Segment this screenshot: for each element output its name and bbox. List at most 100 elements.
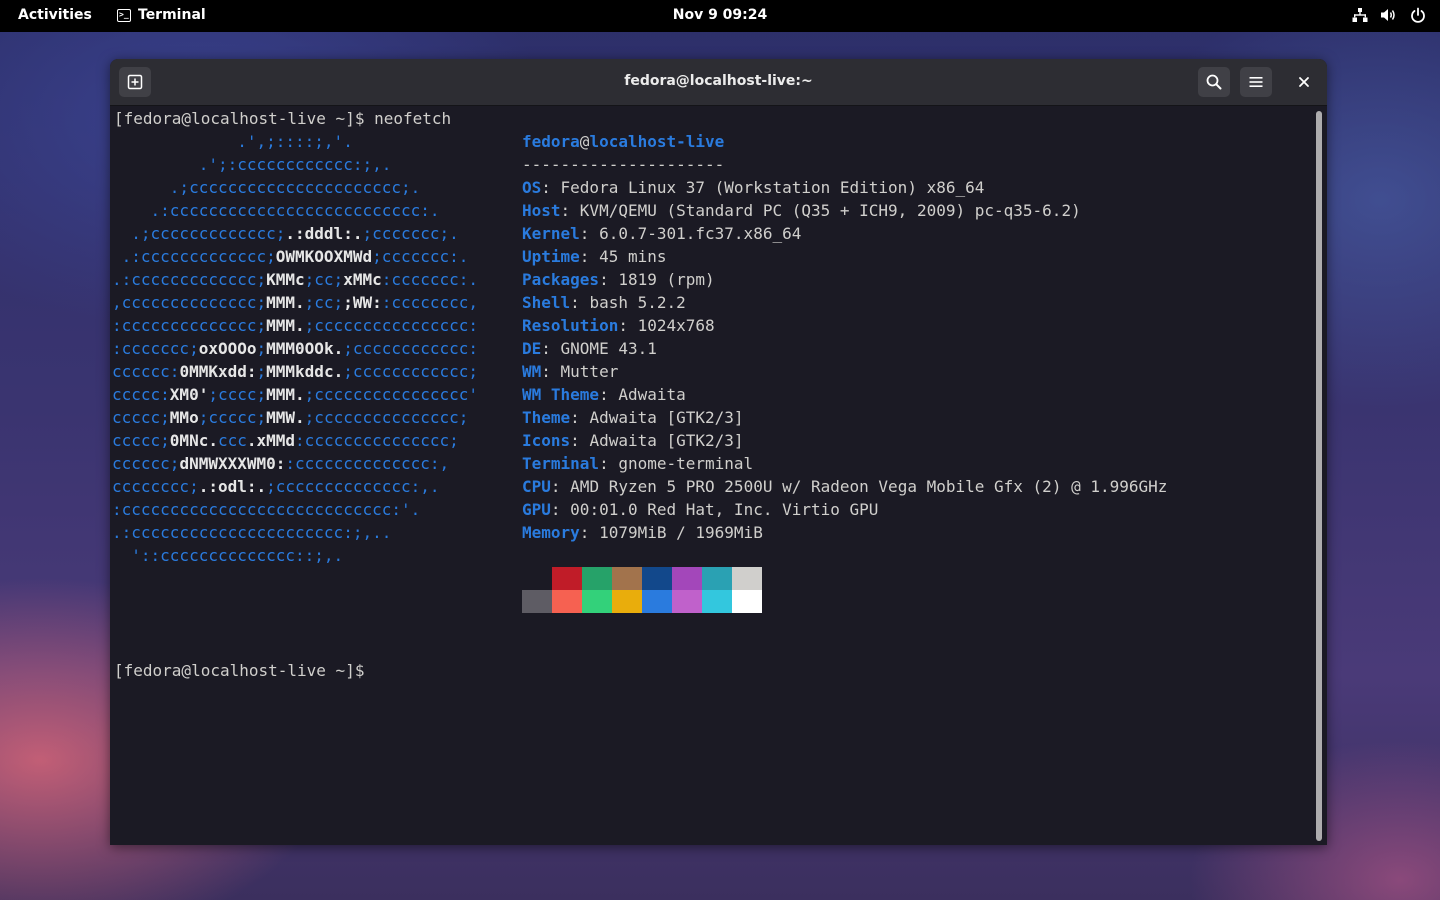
info-value: gnome-terminal — [618, 454, 754, 473]
info-row: Icons: Adwaita [GTK2/3] — [522, 429, 1167, 452]
logo-segment: ;ccccccccccccccc; — [304, 408, 469, 427]
info-colon: : — [579, 247, 600, 266]
info-colon: : — [579, 224, 600, 243]
clock[interactable]: Nov 9 09:24 — [673, 7, 768, 23]
new-tab-button[interactable] — [119, 67, 151, 97]
logo-segment: ;ccccccc;. — [362, 224, 459, 243]
logo-segment: .';:cccccccccccc:;,. — [112, 155, 392, 174]
info-value: 45 mins — [599, 247, 667, 266]
header-bar[interactable]: fedora@localhost-live:~ — [110, 59, 1327, 106]
terminal-content[interactable]: [fedora@localhost-live ~]$ neofetch .',;… — [110, 106, 1327, 845]
color-swatch — [642, 567, 672, 590]
app-menu[interactable]: >_ Terminal — [117, 7, 206, 23]
logo-segment: :cccccccccccccccccccccccccccc:'. — [112, 500, 421, 519]
system-info: fedora@localhost-live ------------------… — [522, 130, 1167, 544]
logo-segment: :ccccccccccccccc; — [295, 431, 459, 450]
logo-segment: MMM. — [266, 385, 305, 404]
app-menu-label: Terminal — [138, 7, 206, 23]
logo-segment: :cccccccc, — [381, 293, 479, 312]
logo-segment: ;ccccccc:. — [372, 247, 469, 266]
logo-line: ccccc;0MNc.ccc.xMMd:ccccccccccccccc; — [112, 429, 478, 452]
logo-segment: cccccc: — [112, 362, 180, 381]
info-row: DE: GNOME 43.1 — [522, 337, 1167, 360]
logo-segment: :ccccccc; — [112, 339, 199, 358]
info-colon: : — [570, 293, 590, 312]
info-colon: : — [618, 316, 638, 335]
logo-line: .:ccccccccccccc;KMMc;cc;xMMc:ccccccc:. — [112, 268, 478, 291]
info-value: GNOME 43.1 — [560, 339, 657, 358]
color-swatch — [672, 567, 702, 590]
logo-segment: ccccc; — [112, 408, 170, 427]
logo-line: :cccccccccccccc;MMM.;cccccccccccccccc: — [112, 314, 478, 337]
main-menu-button[interactable] — [1240, 67, 1272, 97]
close-button[interactable] — [1288, 67, 1320, 97]
logo-line: .';:cccccccccccc:;,. — [112, 153, 478, 176]
color-swatch — [732, 590, 762, 613]
logo-segment: ;cccccccccccc; — [343, 362, 479, 381]
scrollbar[interactable] — [1316, 111, 1322, 841]
logo-segment: dNMWXXXWM0: — [179, 454, 286, 473]
logo-segment: ,cccccccccccccc; — [112, 293, 267, 312]
search-button[interactable] — [1198, 67, 1230, 97]
logo-line: .;cccccccccccccccccccccc;. — [112, 176, 478, 199]
info-colon: : — [541, 362, 561, 381]
info-colon: : — [550, 500, 571, 519]
logo-segment: .:dddl:. — [285, 224, 363, 243]
logo-segment: ;cccc; — [208, 385, 267, 404]
info-key: Memory — [522, 523, 580, 542]
terminal-window: fedora@localhost-live:~ [fedora@localhos… — [110, 59, 1327, 845]
logo-segment: ; — [256, 362, 267, 381]
logo-segment: .;ccccccccccccc; — [112, 224, 286, 243]
info-key: Packages — [522, 270, 600, 289]
logo-segment: .;cccccccccccccccccccccc;. — [112, 178, 421, 197]
activities-button[interactable]: Activities — [18, 7, 92, 23]
logo-segment: KMMc — [266, 270, 305, 289]
info-colon: : — [599, 454, 619, 473]
logo-segment: MMo — [169, 408, 199, 427]
logo-segment: .:ccccccccccccc; — [112, 270, 267, 289]
logo-line: .:cccccccccccccccccccccccccc:. — [112, 199, 478, 222]
info-key: CPU — [522, 477, 551, 496]
logo-segment: ccccc; — [112, 431, 170, 450]
system-tray[interactable] — [1352, 7, 1426, 23]
logo-segment: ccc — [217, 431, 247, 450]
info-row: CPU: AMD Ryzen 5 PRO 2500U w/ Radeon Veg… — [522, 475, 1167, 498]
info-key: Terminal — [522, 454, 600, 473]
hamburger-menu-icon — [1249, 77, 1263, 87]
logo-line: :ccccccc;oxOOOo;MMM0OOk.;cccccccccccc: — [112, 337, 478, 360]
info-value: 00:01.0 Red Hat, Inc. Virtio GPU — [570, 500, 879, 519]
info-row: Packages: 1819 (rpm) — [522, 268, 1167, 291]
info-row: Memory: 1079MiB / 1969MiB — [522, 521, 1167, 544]
logo-line: .',;::::;,'. — [112, 130, 478, 153]
logo-segment: ccccc: — [112, 385, 170, 404]
logo-segment: cccccc; — [112, 454, 180, 473]
logo-line: :cccccccccccccccccccccccccccc:'. — [112, 498, 478, 521]
info-row: OS: Fedora Linux 37 (Workstation Edition… — [522, 176, 1167, 199]
new-tab-icon — [127, 74, 143, 90]
info-colon: : — [599, 385, 619, 404]
logo-segment: ; — [256, 339, 267, 358]
color-swatch — [702, 590, 732, 613]
info-key: DE — [522, 339, 542, 358]
info-colon: : — [550, 477, 571, 496]
logo-segment: ;cc; — [304, 270, 344, 289]
volume-icon — [1381, 9, 1395, 21]
search-icon — [1206, 74, 1222, 90]
info-value: 1819 (rpm) — [618, 270, 715, 289]
info-row: Kernel: 6.0.7-301.fc37.x86_64 — [522, 222, 1167, 245]
terminal-app-icon: >_ — [117, 8, 131, 22]
info-separator: --------------------- — [522, 155, 725, 174]
color-swatch — [642, 590, 672, 613]
info-key: OS — [522, 178, 542, 197]
window-title-container: fedora@localhost-live:~ — [110, 73, 1327, 89]
logo-segment: ;cccccccccccccc:,. — [266, 477, 440, 496]
info-key: GPU — [522, 500, 551, 519]
info-row: Theme: Adwaita [GTK2/3] — [522, 406, 1167, 429]
logo-line: ccccc:XM0';cccc;MMM.;cccccccccccccccc' — [112, 383, 478, 406]
command-prompt-line: [fedora@localhost-live ~]$ neofetch — [114, 109, 452, 128]
logo-segment: MMMkddc. — [266, 362, 344, 381]
info-key: Uptime — [522, 247, 580, 266]
color-swatch — [522, 590, 552, 613]
color-swatch — [702, 567, 732, 590]
info-key: Theme — [522, 408, 571, 427]
